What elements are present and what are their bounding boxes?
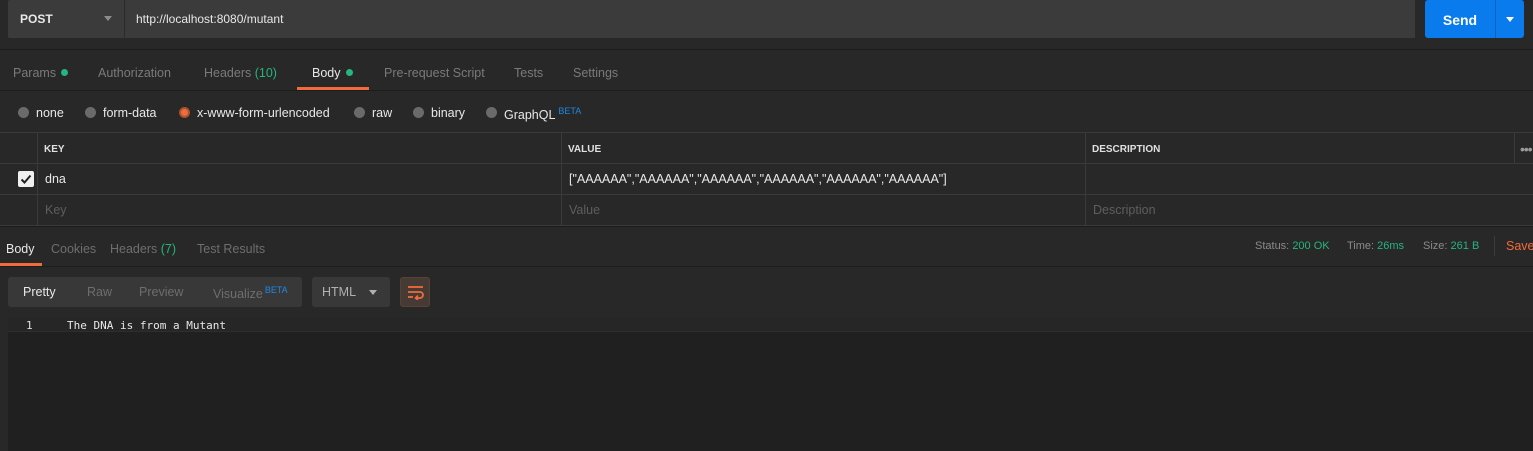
radio-urlencoded-label: x-www-form-urlencoded [197, 106, 330, 120]
time-label: Time: [1347, 240, 1375, 252]
tab-headers-label: Headers [204, 66, 252, 80]
url-input[interactable]: http://localhost:8080/mutant [124, 0, 1415, 38]
key-placeholder-input[interactable]: Key [38, 195, 562, 226]
status-value: 200 OK [1292, 240, 1330, 252]
view-visualize-button[interactable]: Visualize BETA [213, 277, 288, 307]
tab-headers-count: (10) [254, 66, 277, 80]
row-checkbox[interactable] [18, 171, 34, 187]
tab-headers[interactable]: Headers (10) [204, 66, 277, 80]
request-tabs: Params Authorization Headers (10) Body P… [0, 50, 1533, 91]
tab-settings[interactable]: Settings [573, 66, 618, 80]
size-value: 261 B [1450, 240, 1480, 252]
tab-tests[interactable]: Tests [514, 66, 543, 80]
radio-selected-icon [179, 107, 190, 118]
tab-body[interactable]: Body [312, 66, 353, 80]
more-dots-icon[interactable]: ••• [1520, 141, 1533, 157]
status-label: Status: [1255, 240, 1290, 252]
request-bar: POST http://localhost:8080/mutant Send [0, 0, 1533, 50]
active-tab-indicator [297, 87, 369, 90]
table-header-check [0, 133, 38, 164]
divider [1494, 236, 1495, 256]
table-cell-key[interactable]: dna [38, 164, 562, 195]
indicator-dot-icon [61, 69, 69, 76]
format-label: HTML [322, 285, 357, 299]
tab-response-headers-count: (7) [160, 242, 177, 256]
chevron-down-icon [1506, 17, 1514, 22]
radio-circle-icon [85, 107, 96, 118]
save-response-button[interactable]: Save [1506, 239, 1533, 253]
tab-authorization[interactable]: Authorization [98, 66, 171, 80]
description-placeholder-input[interactable]: Description [1086, 195, 1533, 226]
beta-badge: BETA [558, 106, 582, 116]
time-value: 26ms [1377, 240, 1405, 252]
format-select[interactable]: HTML [312, 277, 390, 307]
tab-response-headers[interactable]: Headers (7) [110, 242, 176, 256]
check-icon [20, 174, 32, 184]
radio-circle-icon [413, 107, 424, 118]
time-info: Time: 26ms [1347, 240, 1404, 252]
table-header-key: KEY [38, 133, 562, 164]
beta-badge: BETA [264, 285, 288, 295]
wrap-lines-button[interactable] [400, 277, 430, 307]
tab-test-results[interactable]: Test Results [197, 242, 265, 256]
status-info: Status: 200 OK [1255, 240, 1330, 252]
tab-response-body[interactable]: Body [6, 242, 35, 256]
chevron-down-icon [104, 16, 112, 21]
table-cell-description[interactable] [1086, 164, 1533, 195]
view-preview-button[interactable]: Preview [139, 277, 183, 307]
radio-form-data-label: form-data [103, 106, 157, 120]
send-button[interactable]: Send [1425, 0, 1495, 38]
radio-raw-label: raw [372, 106, 393, 120]
body-type-options: none form-data x-www-form-urlencoded raw… [0, 91, 1533, 132]
line-number: 1 [26, 319, 33, 332]
view-raw-button[interactable]: Raw [87, 277, 112, 307]
tab-response-headers-label: Headers [110, 242, 158, 256]
tab-prerequest-script[interactable]: Pre-request Script [384, 66, 485, 80]
table-cell-value[interactable]: ["AAAAAA","AAAAAA","AAAAAA","AAAAAA","AA… [562, 164, 1086, 195]
active-line-highlight [8, 318, 1533, 332]
size-label: Size: [1423, 240, 1448, 252]
method-select[interactable]: POST [8, 0, 124, 38]
active-response-tab-indicator [0, 263, 42, 266]
send-dropdown-button[interactable] [1495, 0, 1524, 38]
value-placeholder-input[interactable]: Value [562, 195, 1086, 226]
radio-circle-icon [486, 107, 497, 118]
radio-circle-icon [18, 107, 29, 118]
radio-binary-label: binary [431, 106, 466, 120]
radio-graphql-label: GraphQL [504, 108, 556, 123]
method-label: POST [20, 12, 53, 26]
tab-params[interactable]: Params [13, 66, 69, 80]
radio-none-label: none [36, 106, 64, 120]
tab-response-cookies[interactable]: Cookies [51, 242, 96, 256]
view-pretty-button[interactable]: Pretty [23, 277, 56, 307]
table-header-value: VALUE [562, 133, 1086, 164]
size-info: Size: 261 B [1423, 240, 1479, 252]
tab-params-label: Params [13, 66, 57, 80]
response-body-editor[interactable] [8, 318, 1533, 451]
response-body-text: The DNA is from a Mutant [67, 319, 226, 332]
tab-body-label: Body [312, 66, 341, 80]
chevron-down-icon [369, 290, 377, 295]
params-table: KEY VALUE DESCRIPTION dna ["AAAAAA","AAA… [0, 132, 1533, 226]
table-row-empty-cell [0, 195, 38, 226]
radio-circle-icon [354, 107, 365, 118]
view-visualize-label: Visualize [213, 287, 263, 302]
response-view-group: Pretty Raw Preview Visualize BETA [8, 277, 302, 307]
wrap-lines-icon [408, 286, 424, 300]
table-header-description: DESCRIPTION [1086, 133, 1515, 164]
indicator-dot-icon [345, 69, 353, 76]
